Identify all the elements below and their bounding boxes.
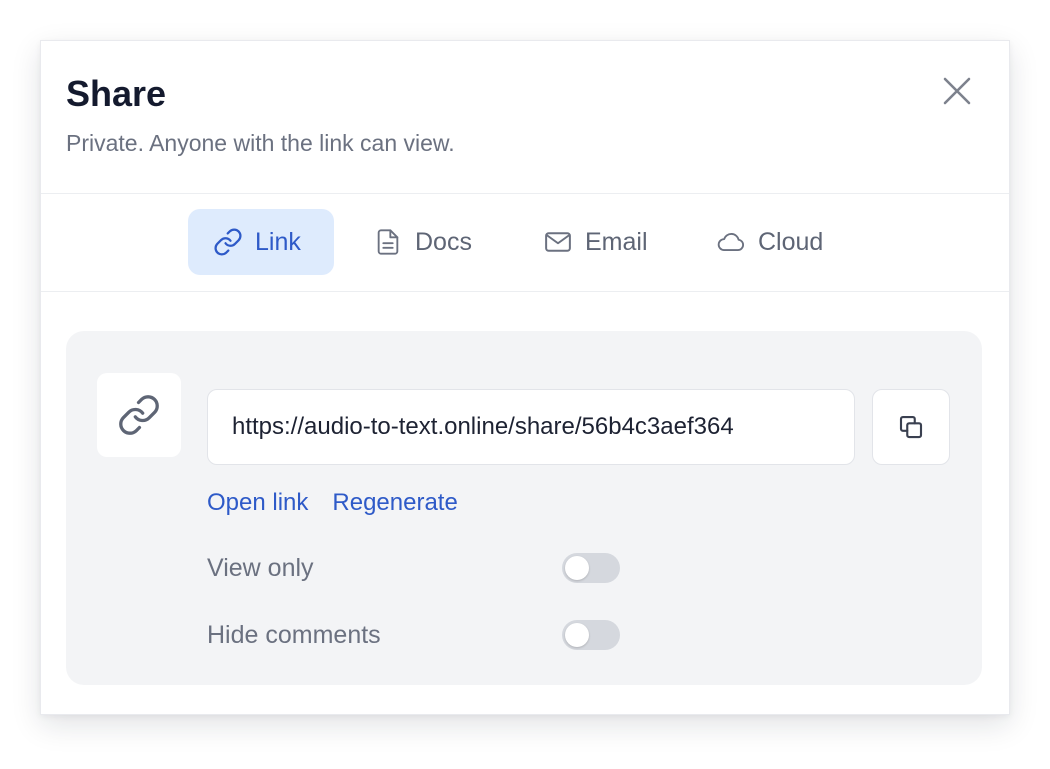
- tab-label: Email: [585, 227, 648, 256]
- share-url-input[interactable]: [207, 389, 855, 465]
- tab-label: Cloud: [758, 227, 824, 256]
- link-actions: Open link Regenerate: [207, 488, 458, 518]
- hide-comments-toggle[interactable]: [562, 620, 620, 650]
- cloud-icon: [716, 227, 746, 257]
- close-button[interactable]: [937, 71, 977, 111]
- link-share-panel: Open link Regenerate View only Hide comm…: [66, 331, 982, 685]
- copy-icon: [899, 415, 923, 439]
- close-icon: [943, 77, 971, 105]
- document-icon: [373, 227, 403, 257]
- tab-link[interactable]: Link: [188, 209, 334, 275]
- view-only-label: View only: [207, 554, 314, 582]
- tab-email[interactable]: Email: [541, 209, 648, 275]
- hide-comments-label: Hide comments: [207, 621, 381, 649]
- open-link-button[interactable]: Open link: [207, 488, 308, 518]
- regenerate-button[interactable]: Regenerate: [332, 488, 457, 518]
- toggle-knob: [565, 623, 589, 647]
- share-dialog: Share Private. Anyone with the link can …: [40, 40, 1010, 715]
- view-only-toggle[interactable]: [562, 553, 620, 583]
- link-icon: [213, 227, 243, 257]
- copy-link-button[interactable]: [872, 389, 950, 465]
- share-tabs: Link Docs Email Cloud: [41, 193, 1009, 292]
- tab-cloud[interactable]: Cloud: [714, 209, 823, 275]
- dialog-header: Share Private. Anyone with the link can …: [41, 41, 1009, 194]
- link-icon: [119, 395, 159, 435]
- envelope-icon: [543, 227, 573, 257]
- hide-comments-setting: Hide comments: [207, 619, 621, 651]
- tab-label: Docs: [415, 227, 472, 256]
- tab-docs[interactable]: Docs: [371, 209, 472, 275]
- dialog-subtitle: Private. Anyone with the link can view.: [66, 130, 455, 156]
- tab-label: Link: [255, 227, 301, 256]
- toggle-knob: [565, 556, 589, 580]
- link-tile: [97, 373, 181, 457]
- view-only-setting: View only: [207, 552, 621, 584]
- dialog-title: Share: [66, 73, 167, 114]
